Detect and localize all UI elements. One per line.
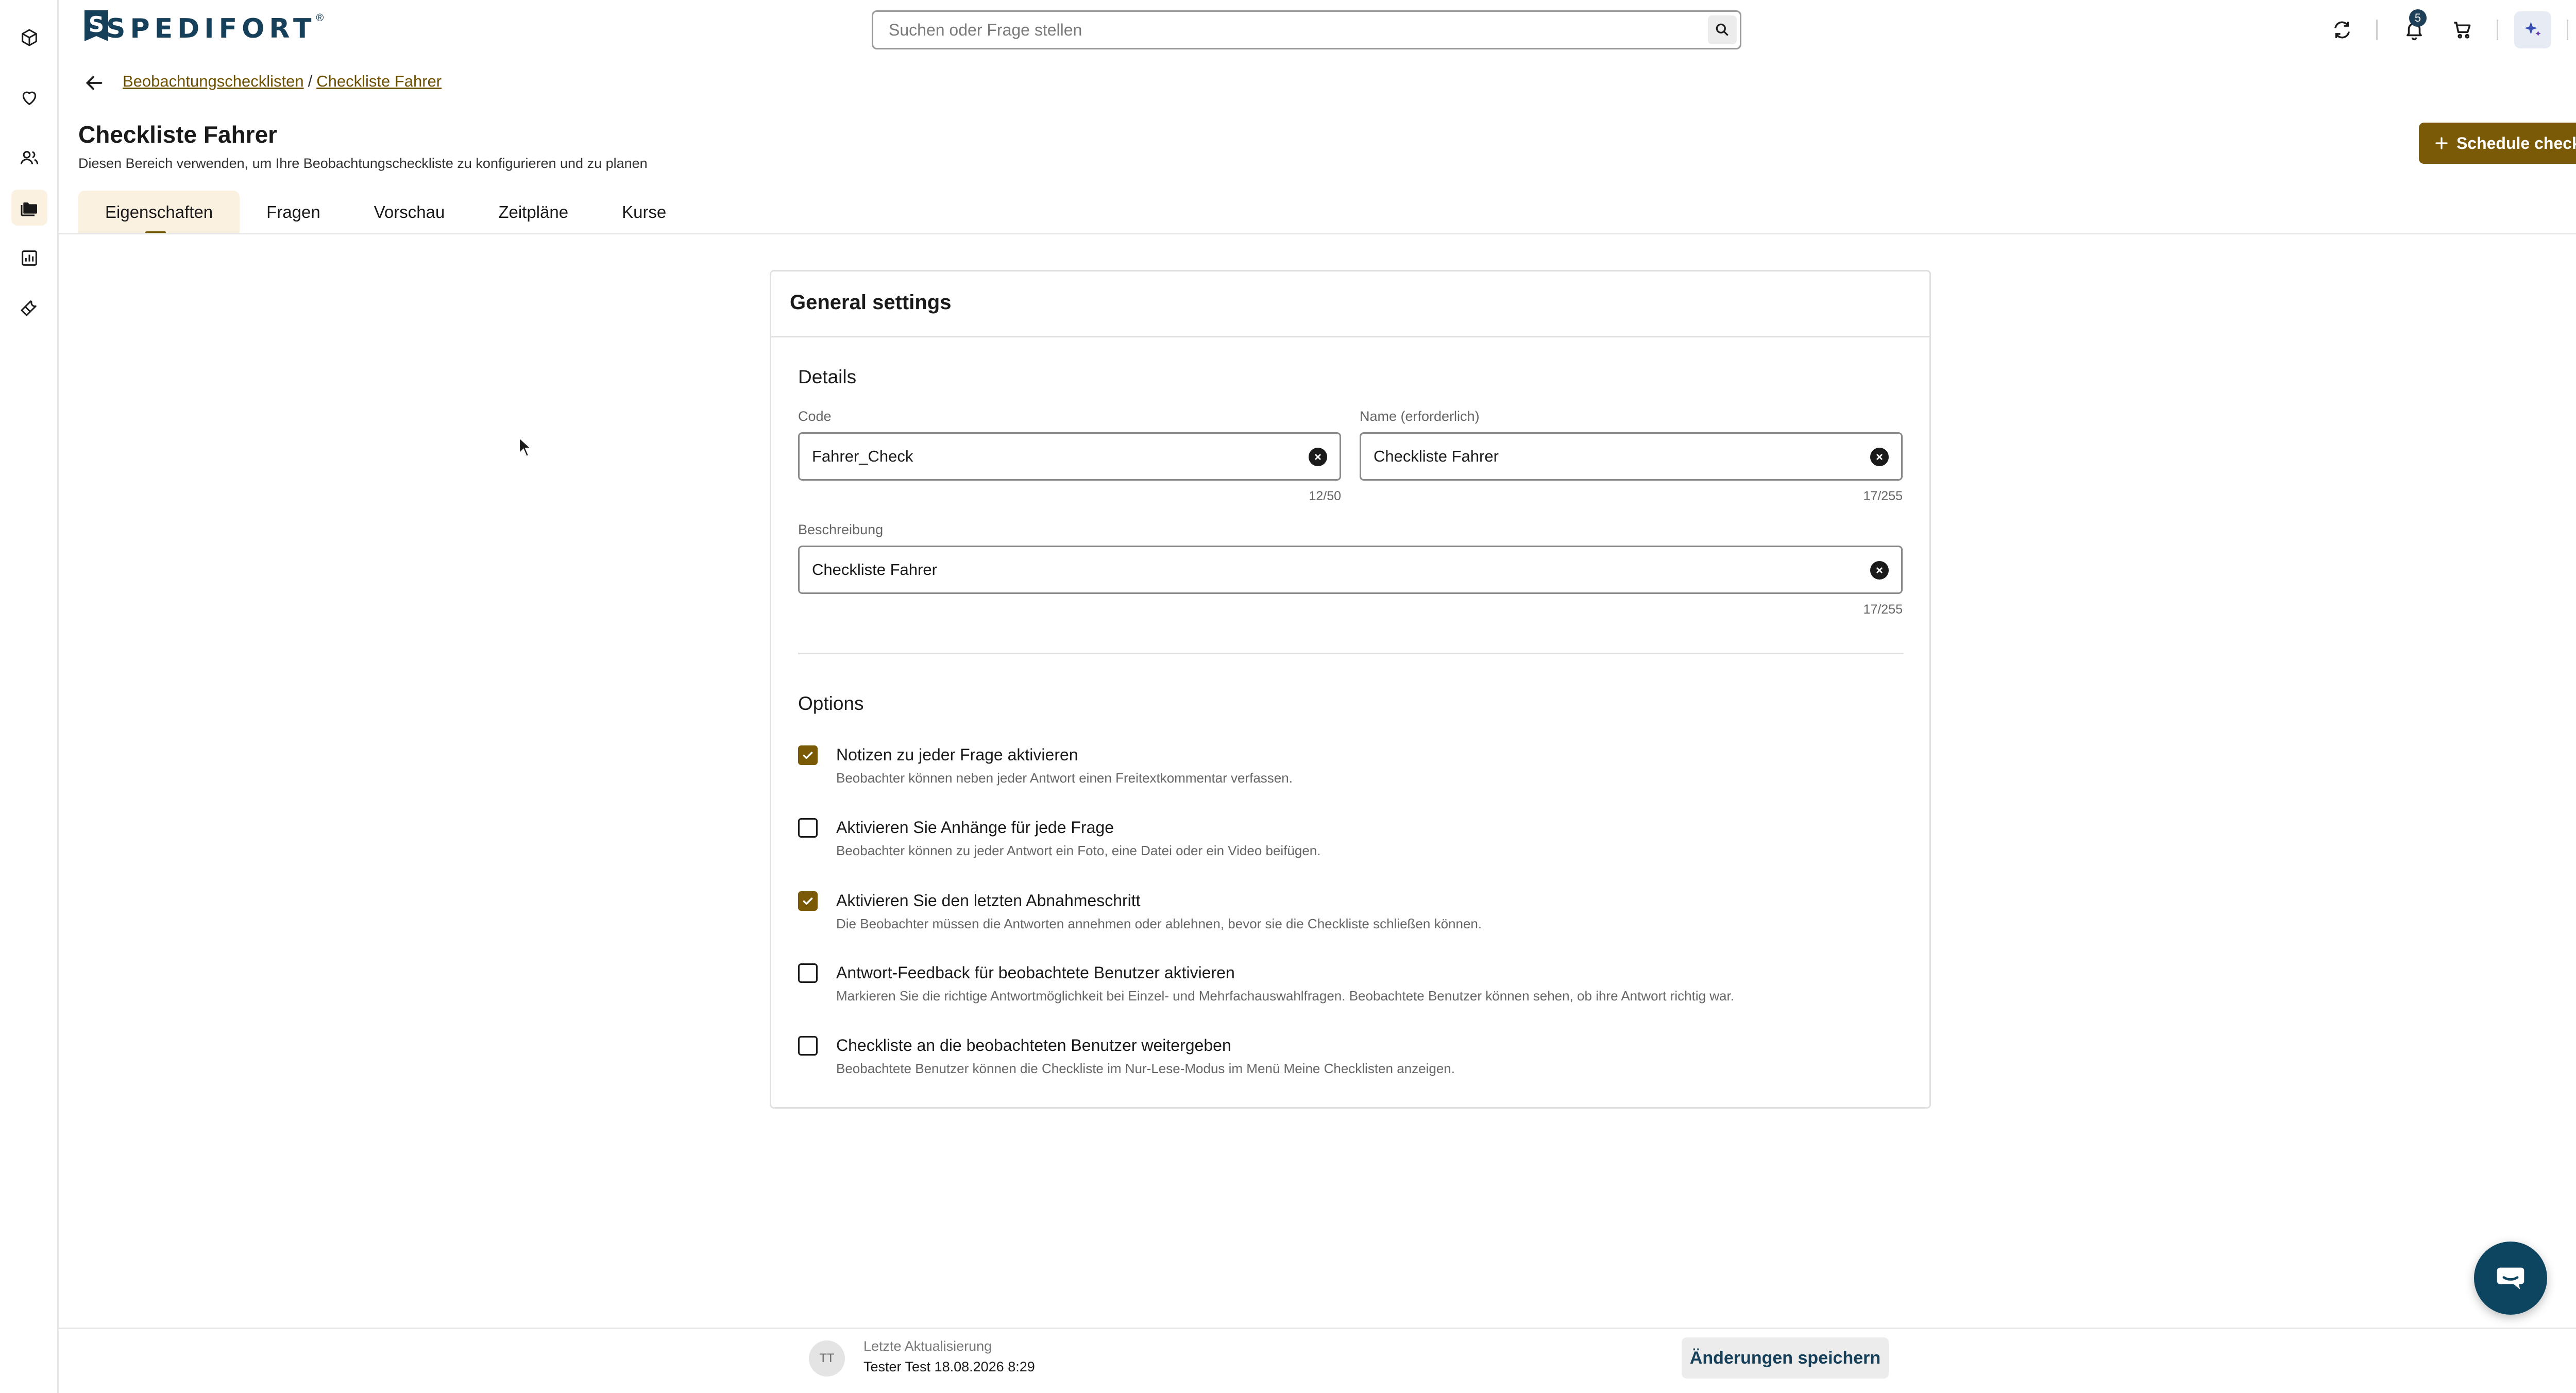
code-clear-button[interactable] [1309,448,1327,466]
svg-text:S: S [89,12,104,37]
close-icon [1876,454,1883,460]
ai-assistant-button[interactable] [2514,11,2551,48]
back-arrow-icon[interactable] [82,71,106,95]
page-subtitle: Diesen Bereich verwenden, um Ihre Beobac… [78,156,648,171]
name-value: Checkliste Fahrer [1374,447,1499,465]
name-label: Name (erforderlich) [1360,409,1480,424]
description-label: Beschreibung [798,522,884,537]
tools-icon [21,300,37,316]
sidebar-item-users[interactable] [11,140,47,176]
search-icon [1716,23,1728,36]
option-answer-feedback-label: Antwort-Feedback für beobachtete Benutze… [836,963,1235,982]
save-changes-button[interactable]: Änderungen speichern [1682,1337,1889,1379]
sidebar [0,0,59,1393]
logo-wordmark: SPEDIFORT [106,13,316,44]
code-field[interactable]: Fahrer_Check [798,432,1341,481]
general-settings-card: General settings Details Code Fahrer_Che… [770,270,1931,1109]
plus-icon [2435,137,2448,149]
option-share-checklist-description: Beobachtete Benutzer können die Checklis… [836,1061,1455,1076]
card-header: General settings [771,271,1929,337]
tab-eigenschaften[interactable]: Eigenschaften [78,191,240,234]
tab-zeitplaene[interactable]: Zeitpläne [471,191,595,234]
chat-bubble-icon [2497,1267,2524,1289]
close-icon [1876,567,1883,573]
option-answer-feedback-description: Markieren Sie die richtige Antwortmöglic… [836,988,1734,1004]
breadcrumb-link-checklists[interactable]: Beobachtungschecklisten [123,72,304,90]
search-button[interactable] [1708,15,1737,44]
folders-icon [21,202,37,216]
option-attachments-description: Beobachter können zu jeder Antwort ein F… [836,843,1321,858]
schedule-checklist-button[interactable]: Schedule checklist [2419,123,2576,164]
name-counter: 17/255 [1863,489,1903,503]
sidebar-item-favorites[interactable] [11,79,47,115]
users-icon [20,151,39,165]
option-share-checklist-label: Checkliste an die beobachteten Benutzer … [836,1036,1231,1055]
sidebar-item-modules[interactable] [11,20,47,56]
topbar-separator [2376,20,2378,40]
description-value: Checkliste Fahrer [812,560,937,579]
option-notes-description: Beobachter können neben jeder Antwort ei… [836,770,1293,786]
refresh-icon [2334,21,2350,39]
section-divider [798,653,1904,654]
cart-icon [2454,22,2471,39]
cube-icon [22,29,37,46]
topbar-separator [2497,20,2498,40]
name-field[interactable]: Checkliste Fahrer [1360,432,1903,481]
last-update-label: Letzte Aktualisierung [863,1338,992,1354]
details-section-title: Details [798,366,857,387]
option-acceptance-step-checkbox[interactable] [798,891,818,911]
check-icon [803,752,813,759]
footer-divider [59,1328,2576,1329]
cart-button[interactable] [2444,11,2481,48]
breadcrumb: Beobachtungschecklisten / Checkliste Fahre… [123,72,442,91]
mouse-cursor-icon [519,437,531,457]
tab-kurse[interactable]: Kurse [595,191,693,234]
tab-vorschau[interactable]: Vorschau [347,191,472,234]
last-update-value: Tester Test 18.08.2026 8:29 [863,1359,1035,1374]
name-clear-button[interactable] [1870,448,1889,466]
tabs-divider [59,233,2576,234]
option-share-checklist-checkbox[interactable] [798,1036,818,1056]
sparkle-icon [2524,22,2541,37]
code-counter: 12/50 [1309,489,1341,503]
description-clear-button[interactable] [1870,561,1889,580]
brand-logo[interactable]: S SPEDIFORT ® [82,7,324,50]
sidebar-item-reports[interactable] [11,240,47,276]
logo-mark-icon: S [84,10,108,41]
option-answer-feedback-checkbox[interactable] [798,963,818,983]
option-attachments-label: Aktivieren Sie Anhänge für jede Frage [836,818,1114,837]
description-counter: 17/255 [1863,602,1903,617]
option-acceptance-step-description: Die Beobachter müssen die Antworten anne… [836,916,1482,931]
option-attachments-checkbox[interactable] [798,818,818,838]
sidebar-item-checklists[interactable] [11,190,47,226]
description-field[interactable]: Checkliste Fahrer [798,546,1903,594]
refresh-button[interactable] [2324,11,2361,48]
search-input[interactable]: Suchen oder Frage stellen [872,10,1741,49]
heart-icon [22,91,37,105]
logo-registered: ® [316,12,324,24]
options-section-title: Options [798,693,864,714]
page-title: Checkliste Fahrer [78,121,278,148]
schedule-checklist-label: Schedule checklist [2456,133,2576,152]
sidebar-item-tools[interactable] [11,290,47,326]
check-icon [803,897,813,905]
option-notes-checkbox[interactable] [798,745,818,765]
breadcrumb-link-current[interactable]: Checkliste Fahrer [316,72,442,90]
card-title: General settings [790,291,952,314]
notifications-count-badge: 5 [2409,9,2427,27]
option-notes-label: Notizen zu jeder Frage aktivieren [836,745,1078,764]
chat-support-button[interactable] [2474,1242,2547,1315]
last-editor-avatar: TT [809,1340,845,1377]
tab-fragen[interactable]: Fragen [240,191,347,234]
breadcrumb-separator: / [308,72,313,90]
search-placeholder: Suchen oder Frage stellen [889,20,1082,39]
topbar-separator [2567,20,2568,40]
report-chart-icon [22,250,37,266]
option-acceptance-step-label: Aktivieren Sie den letzten Abnahmeschrit… [836,891,1141,910]
close-icon [1315,454,1321,460]
code-label: Code [798,409,832,424]
tab-bar: Eigenschaften Fragen Vorschau Zeitpläne … [78,191,693,234]
code-value: Fahrer_Check [812,447,913,465]
